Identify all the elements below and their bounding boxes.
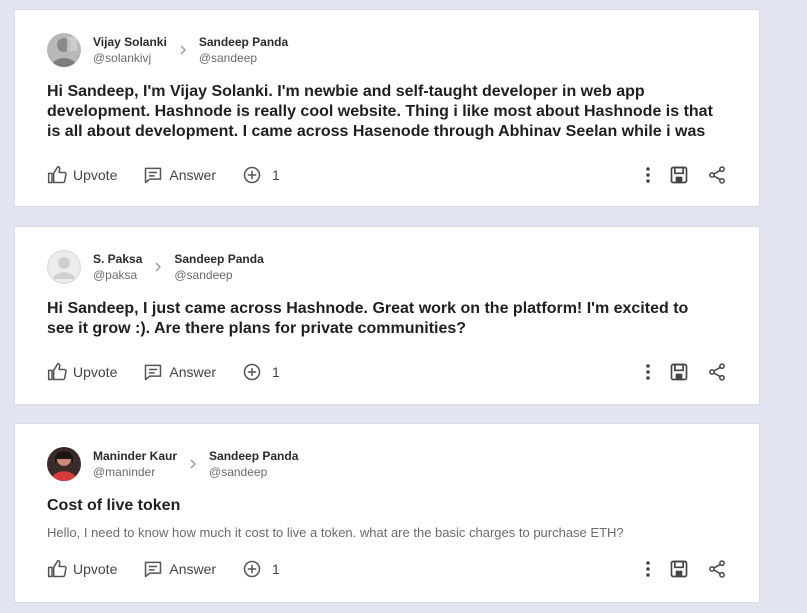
answer-count: 1 — [272, 364, 280, 380]
add-answer-button[interactable]: 1 — [242, 559, 280, 579]
post-card: S. Paksa @paksa Sandeep Panda @sandeep H… — [14, 226, 760, 405]
post-actions: Upvote Answer 1 — [47, 360, 727, 384]
post-header: Maninder Kaur @maninder Sandeep Panda @s… — [47, 444, 298, 484]
author-handle: @maninder — [93, 465, 156, 479]
post-title-line: see it grow :). Are there plans for priv… — [47, 320, 467, 337]
upvote-label: Upvote — [73, 561, 118, 577]
plus-circle-icon — [243, 166, 261, 184]
post-title[interactable]: Hi Sandeep, I'm Vijay Solanki. I'm newbi… — [47, 82, 729, 142]
target-handle: @sandeep — [198, 51, 258, 65]
avatar[interactable] — [47, 250, 81, 284]
answer-label: Answer — [169, 167, 217, 183]
chevron-right-icon — [189, 457, 197, 472]
bookmark-icon — [670, 166, 688, 184]
upvote-button[interactable]: Upvote — [47, 559, 117, 579]
upvote-button[interactable]: Upvote — [47, 362, 117, 382]
chevron-right-icon — [179, 43, 187, 58]
post-description[interactable]: Hello, I need to know how much it cost t… — [47, 524, 729, 542]
answer-icon — [145, 364, 162, 381]
author-handle: @solankivj — [93, 51, 152, 65]
avatar[interactable] — [47, 33, 81, 67]
answer-button[interactable]: Answer — [143, 165, 216, 185]
chevron-right-icon — [154, 260, 162, 275]
bookmark-button[interactable] — [669, 559, 689, 579]
post-header: S. Paksa @paksa Sandeep Panda @sandeep — [47, 247, 264, 287]
more-vertical-icon — [646, 364, 650, 380]
target-name[interactable]: Sandeep Panda — [174, 251, 263, 267]
more-options-button[interactable] — [645, 363, 651, 381]
target-handle: @sandeep — [174, 268, 233, 282]
plus-circle-icon — [243, 363, 261, 381]
post-card: Vijay Solanki @solankivj Sandeep Panda @… — [14, 9, 760, 207]
target-name[interactable]: Sandeep Panda — [199, 34, 288, 50]
post-title-line: development. Hashnode is really cool web… — [47, 103, 713, 120]
share-icon — [709, 560, 725, 578]
post-title[interactable]: Hi Sandeep, I just came across Hashnode.… — [47, 299, 729, 339]
bookmark-button[interactable] — [669, 165, 689, 185]
share-button[interactable] — [707, 362, 727, 382]
answer-label: Answer — [169, 364, 217, 380]
share-icon — [709, 363, 725, 381]
author-handle: @paksa — [93, 268, 138, 282]
post-actions: Upvote Answer 1 — [47, 163, 727, 187]
thumbs-up-icon — [47, 559, 67, 578]
thumbs-up-icon — [47, 362, 67, 381]
add-answer-button[interactable]: 1 — [242, 165, 280, 185]
post-title-line: Hi Sandeep, I just came across Hashnode.… — [47, 300, 689, 317]
share-button[interactable] — [707, 165, 727, 185]
share-icon — [709, 166, 725, 184]
more-vertical-icon — [646, 561, 650, 577]
more-options-button[interactable] — [645, 166, 651, 184]
bookmark-button[interactable] — [669, 362, 689, 382]
more-vertical-icon — [646, 167, 650, 183]
answer-count: 1 — [272, 561, 280, 577]
add-answer-button[interactable]: 1 — [242, 362, 280, 382]
answer-count: 1 — [272, 167, 280, 183]
post-card: Maninder Kaur @maninder Sandeep Panda @s… — [14, 423, 760, 603]
answer-button[interactable]: Answer — [143, 559, 216, 579]
post-actions: Upvote Answer 1 — [47, 557, 727, 581]
avatar[interactable] — [47, 447, 81, 481]
answer-button[interactable]: Answer — [143, 362, 216, 382]
author-name[interactable]: Vijay Solanki — [93, 34, 167, 50]
target-handle: @sandeep — [209, 465, 268, 479]
thumbs-up-icon — [47, 165, 67, 184]
post-title-line: Hi Sandeep, I'm Vijay Solanki. I'm newbi… — [47, 83, 645, 100]
post-title[interactable]: Cost of live token — [47, 496, 729, 516]
share-button[interactable] — [707, 559, 727, 579]
target-name[interactable]: Sandeep Panda — [209, 448, 298, 464]
answer-icon — [145, 167, 162, 184]
upvote-button[interactable]: Upvote — [47, 165, 117, 185]
upvote-label: Upvote — [73, 167, 118, 183]
post-title-line: is all about development. I came across … — [47, 123, 706, 140]
post-title-line: Cost of live token — [47, 497, 181, 514]
answer-label: Answer — [169, 561, 217, 577]
plus-circle-icon — [243, 560, 261, 578]
upvote-label: Upvote — [73, 364, 118, 380]
answer-icon — [145, 561, 162, 578]
bookmark-icon — [670, 560, 688, 578]
post-header: Vijay Solanki @solankivj Sandeep Panda @… — [47, 30, 288, 70]
author-name[interactable]: Maninder Kaur — [93, 448, 177, 464]
more-options-button[interactable] — [645, 560, 651, 578]
bookmark-icon — [670, 363, 688, 381]
author-name[interactable]: S. Paksa — [93, 251, 142, 267]
